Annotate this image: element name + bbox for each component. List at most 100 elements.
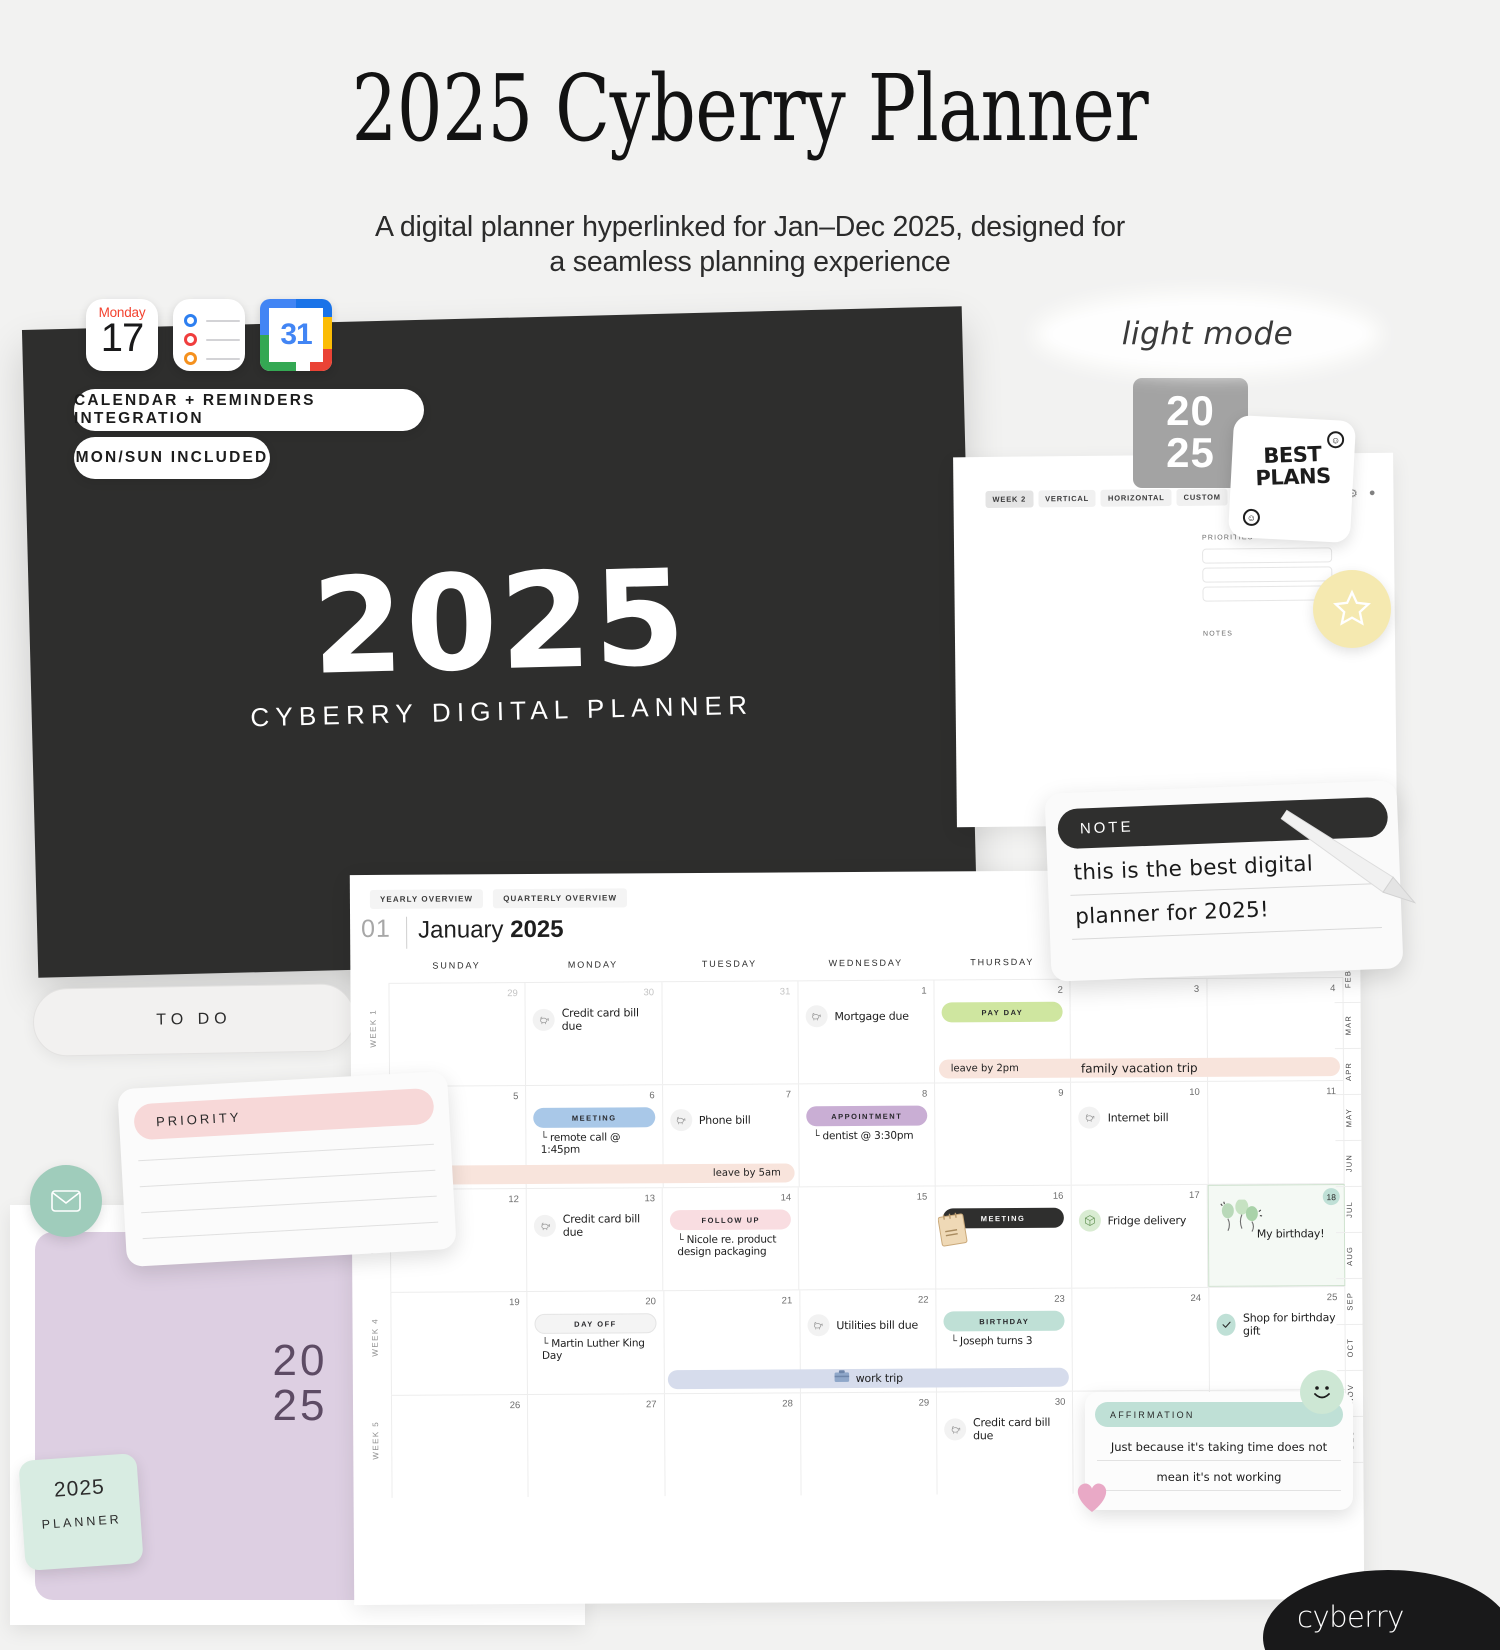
day-number: 12 (508, 1194, 519, 1206)
calendar-day-cell[interactable]: 13 Credit card bill due (526, 1188, 664, 1292)
todo-pill[interactable]: TO DO (32, 983, 356, 1057)
calendar-day-cell[interactable]: 29 (388, 983, 527, 1086)
calendar-day-cell[interactable]: 30 Credit card bill due (937, 1391, 1074, 1495)
calendar-event[interactable]: Internet bill (1078, 1106, 1169, 1129)
calendar-day-cell[interactable]: 20 DAY OFF Martin Luther King Day (527, 1291, 665, 1395)
calendar-week-row: 12 13 Credit card bill due 14 FOLLOW UPNicol… (389, 1183, 1346, 1292)
calendar-day-cell[interactable]: 11 (1207, 1081, 1345, 1184)
calendar-day-cell[interactable]: 27 (528, 1394, 666, 1498)
calendar-event[interactable]: Utilities bill due (807, 1314, 918, 1337)
calendar-day-cell[interactable]: 28 (664, 1393, 802, 1497)
day-number: 30 (1054, 1396, 1066, 1408)
event-pill[interactable]: BIRTHDAY (943, 1310, 1065, 1332)
reminder-dot-red (184, 333, 197, 346)
month-tab-aug[interactable]: AUG (1335, 1232, 1363, 1280)
multi-day-banner[interactable]: leave by 5am (393, 1163, 795, 1185)
piggy-bank-icon (805, 1005, 828, 1028)
month-tab-oct[interactable]: OCT (1336, 1324, 1363, 1372)
calendar-day-cell[interactable]: 30 Credit card bill due (525, 982, 663, 1086)
calendar-event[interactable]: Phone bill (669, 1109, 751, 1132)
event-text: My birthday! (1256, 1227, 1325, 1241)
event-subtext: Joseph turns 3 (951, 1335, 1056, 1348)
notebook-sticker-icon (937, 1212, 967, 1251)
note-text-line-1: this is the best digital (1073, 851, 1314, 886)
smiley-face-icon (1314, 1386, 1330, 1399)
apple-reminders-icon (173, 299, 245, 371)
day-number: 19 (509, 1297, 520, 1309)
calendar-day-cell[interactable]: 31 (662, 981, 799, 1085)
event-pill[interactable]: APPOINTMENT (806, 1105, 928, 1127)
day-number: 7 (785, 1089, 792, 1101)
calendar-day-cell[interactable]: 26 (390, 1395, 529, 1498)
calendar-event[interactable]: Shop for birthday gift (1216, 1311, 1344, 1338)
best-plans-text: BEST PLANS (1255, 442, 1332, 491)
day-number: 30 (643, 987, 655, 999)
multi-day-banner[interactable]: leave by 2pm family vacation trip (938, 1057, 1341, 1079)
calendar-event[interactable]: Credit card bill due (534, 1212, 662, 1239)
event-text: Fridge delivery (1107, 1213, 1187, 1227)
calendar-day-cell[interactable]: 10 Internet bill (1071, 1081, 1209, 1185)
month-tab-sep[interactable]: SEP (1336, 1278, 1363, 1326)
calendar-day-cell[interactable]: 14 FOLLOW UPNicole re. product design pac… (662, 1187, 800, 1291)
priority-card[interactable]: PRIORITY (117, 1070, 457, 1268)
event-pill[interactable]: MEETING (533, 1107, 655, 1128)
event-text: Internet bill (1107, 1110, 1169, 1124)
calendar-day-cell[interactable]: 15 (799, 1186, 936, 1290)
event-subtext: Martin Luther King Day (542, 1337, 647, 1362)
day-number: 23 (1054, 1293, 1065, 1305)
light-mode-text: light mode (1121, 316, 1294, 352)
priority-card-header: PRIORITY (133, 1087, 435, 1141)
note-widget[interactable]: NOTE this is the best digital planner fo… (1044, 780, 1404, 982)
event-pill[interactable]: PAY DAY (941, 1001, 1064, 1023)
weekly-tab-week[interactable]: WEEK 2 (985, 490, 1034, 508)
more-icon[interactable]: ● (1369, 487, 1376, 500)
calendar-month-number: 01 (361, 914, 392, 944)
weekly-tab-horizontal[interactable]: HORIZONTAL (1100, 489, 1172, 507)
weekly-tab-custom[interactable]: CUSTOM (1176, 488, 1228, 506)
event-text: Utilities bill due (836, 1318, 919, 1332)
best-plans-sticker: BEST PLANS ☺ ☺ (1227, 414, 1357, 544)
calendar-event[interactable]: Credit card bill due (532, 1006, 661, 1033)
mint-card-year: 2025 (53, 1475, 106, 1502)
calendar-day-cell[interactable]: 29 (800, 1392, 938, 1496)
tab-quarterly-overview[interactable]: QUARTERLY OVERVIEW (493, 888, 628, 909)
check-icon (1216, 1313, 1237, 1336)
apple-calendar-day: 17 (100, 316, 145, 360)
day-number: 20 (645, 1296, 656, 1308)
calendar-day-cell[interactable]: 9 (935, 1082, 1073, 1186)
calendar-day-cell[interactable]: 17 Fridge delivery (1071, 1184, 1209, 1288)
calendar-day-cell[interactable]: 24 (1072, 1287, 1210, 1391)
calendar-day-cell[interactable]: 16 MEETING (935, 1185, 1073, 1289)
calendar-event[interactable]: Mortgage due (805, 1005, 909, 1028)
light-mode-label: light mode (1035, 293, 1380, 375)
day-number: 16 (1052, 1190, 1064, 1202)
event-pill[interactable]: DAY OFF (534, 1313, 657, 1334)
event-subtext: Nicole re. product design packaging (677, 1233, 782, 1258)
reminder-dot-blue (184, 314, 197, 327)
day-number: 21 (781, 1295, 793, 1307)
month-tab-may[interactable]: MAY (1335, 1094, 1362, 1142)
month-tab-mar[interactable]: MAR (1334, 1002, 1361, 1050)
note-text-line-2: planner for 2025! (1074, 897, 1270, 930)
calendar-event[interactable]: Fridge delivery (1078, 1209, 1187, 1232)
month-tab-jul[interactable]: JUL (1335, 1186, 1362, 1234)
event-subtext: dentist @ 3:30pm (813, 1130, 918, 1143)
calendar-day-cell[interactable]: 1 Mortgage due (798, 980, 936, 1084)
day-number: 10 (1189, 1086, 1200, 1098)
calendar-day-cell[interactable]: 8 APPOINTMENT dentist @ 3:30pm (798, 1083, 936, 1187)
star-badge (1313, 570, 1391, 648)
multi-day-banner[interactable]: work trip (667, 1367, 1070, 1390)
grey-year-line-1: 20 (1166, 387, 1215, 434)
subtitle-line-2: a seamless planning experience (549, 246, 951, 278)
tab-yearly-overview[interactable]: YEARLY OVERVIEW (369, 889, 484, 909)
day-header-sunday: SUNDAY (432, 960, 481, 971)
day-number: 2 (1057, 984, 1063, 996)
calendar-event[interactable]: Credit card bill due (944, 1416, 1072, 1443)
calendar-day-cell[interactable]: 19 (390, 1292, 529, 1395)
event-pill[interactable]: FOLLOW UP (670, 1209, 792, 1231)
envelope-icon (51, 1190, 81, 1212)
month-tab-apr[interactable]: APR (1334, 1048, 1362, 1096)
calendar-day-cell[interactable]: 18 My birthday! (1207, 1184, 1346, 1287)
month-tab-jun[interactable]: JUN (1335, 1140, 1362, 1188)
weekly-tab-vertical[interactable]: VERTICAL (1037, 489, 1097, 508)
